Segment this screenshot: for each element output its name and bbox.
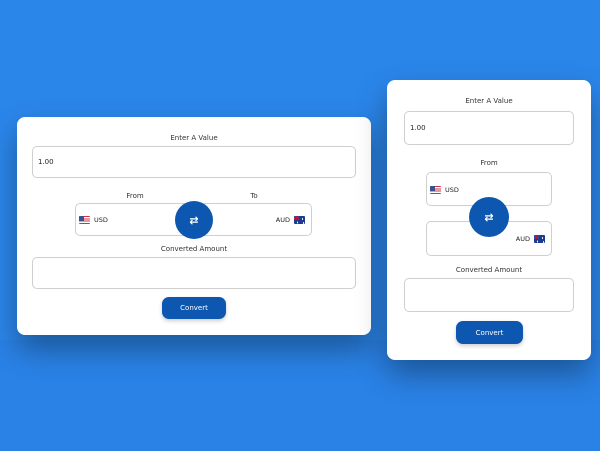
swap-button[interactable]: ⇄ <box>175 201 213 239</box>
us-flag-icon <box>79 216 90 224</box>
enter-value-label: Enter A Value <box>170 134 218 142</box>
swap-button[interactable]: ⇄ <box>469 197 509 237</box>
swap-arrows-icon: ⇄ <box>189 213 199 227</box>
convert-button[interactable]: Convert <box>162 297 226 319</box>
converted-amount-output <box>404 278 574 312</box>
amount-input[interactable]: 1.00 <box>404 111 574 145</box>
converter-card-wide: Enter A Value 1.00 From To USD AUD ⇄ Con… <box>17 117 371 335</box>
au-flag-icon <box>534 235 545 243</box>
to-currency-display: AUD <box>516 235 545 243</box>
converter-card-tall: Enter A Value 1.00 From USD AUD ⇄ Conver… <box>387 80 591 360</box>
us-flag-icon <box>430 186 441 194</box>
convert-button[interactable]: Convert <box>456 321 523 344</box>
enter-value-label: Enter A Value <box>465 97 513 105</box>
to-currency-select[interactable]: AUD <box>276 216 305 224</box>
au-flag-icon <box>294 216 305 224</box>
from-currency-code: USD <box>94 216 108 224</box>
from-label: From <box>126 192 144 200</box>
convert-button-label: Convert <box>475 328 504 337</box>
amount-input[interactable]: 1.00 <box>32 146 356 178</box>
converted-amount-output <box>32 257 356 289</box>
from-currency-code: USD <box>445 186 459 194</box>
swap-arrows-icon: ⇄ <box>484 210 494 224</box>
to-currency-code: AUD <box>515 235 530 243</box>
convert-button-label: Convert <box>180 304 208 312</box>
to-currency-code: AUD <box>275 216 290 224</box>
from-currency-select[interactable]: USD <box>79 216 108 224</box>
from-label: From <box>480 159 498 167</box>
to-label: To <box>250 192 258 200</box>
amount-value: 1.00 <box>38 158 54 166</box>
from-currency-display: USD <box>430 186 459 194</box>
converted-amount-label: Converted Amount <box>160 245 228 253</box>
amount-value: 1.00 <box>410 124 426 132</box>
converted-amount-label: Converted Amount <box>455 266 523 274</box>
